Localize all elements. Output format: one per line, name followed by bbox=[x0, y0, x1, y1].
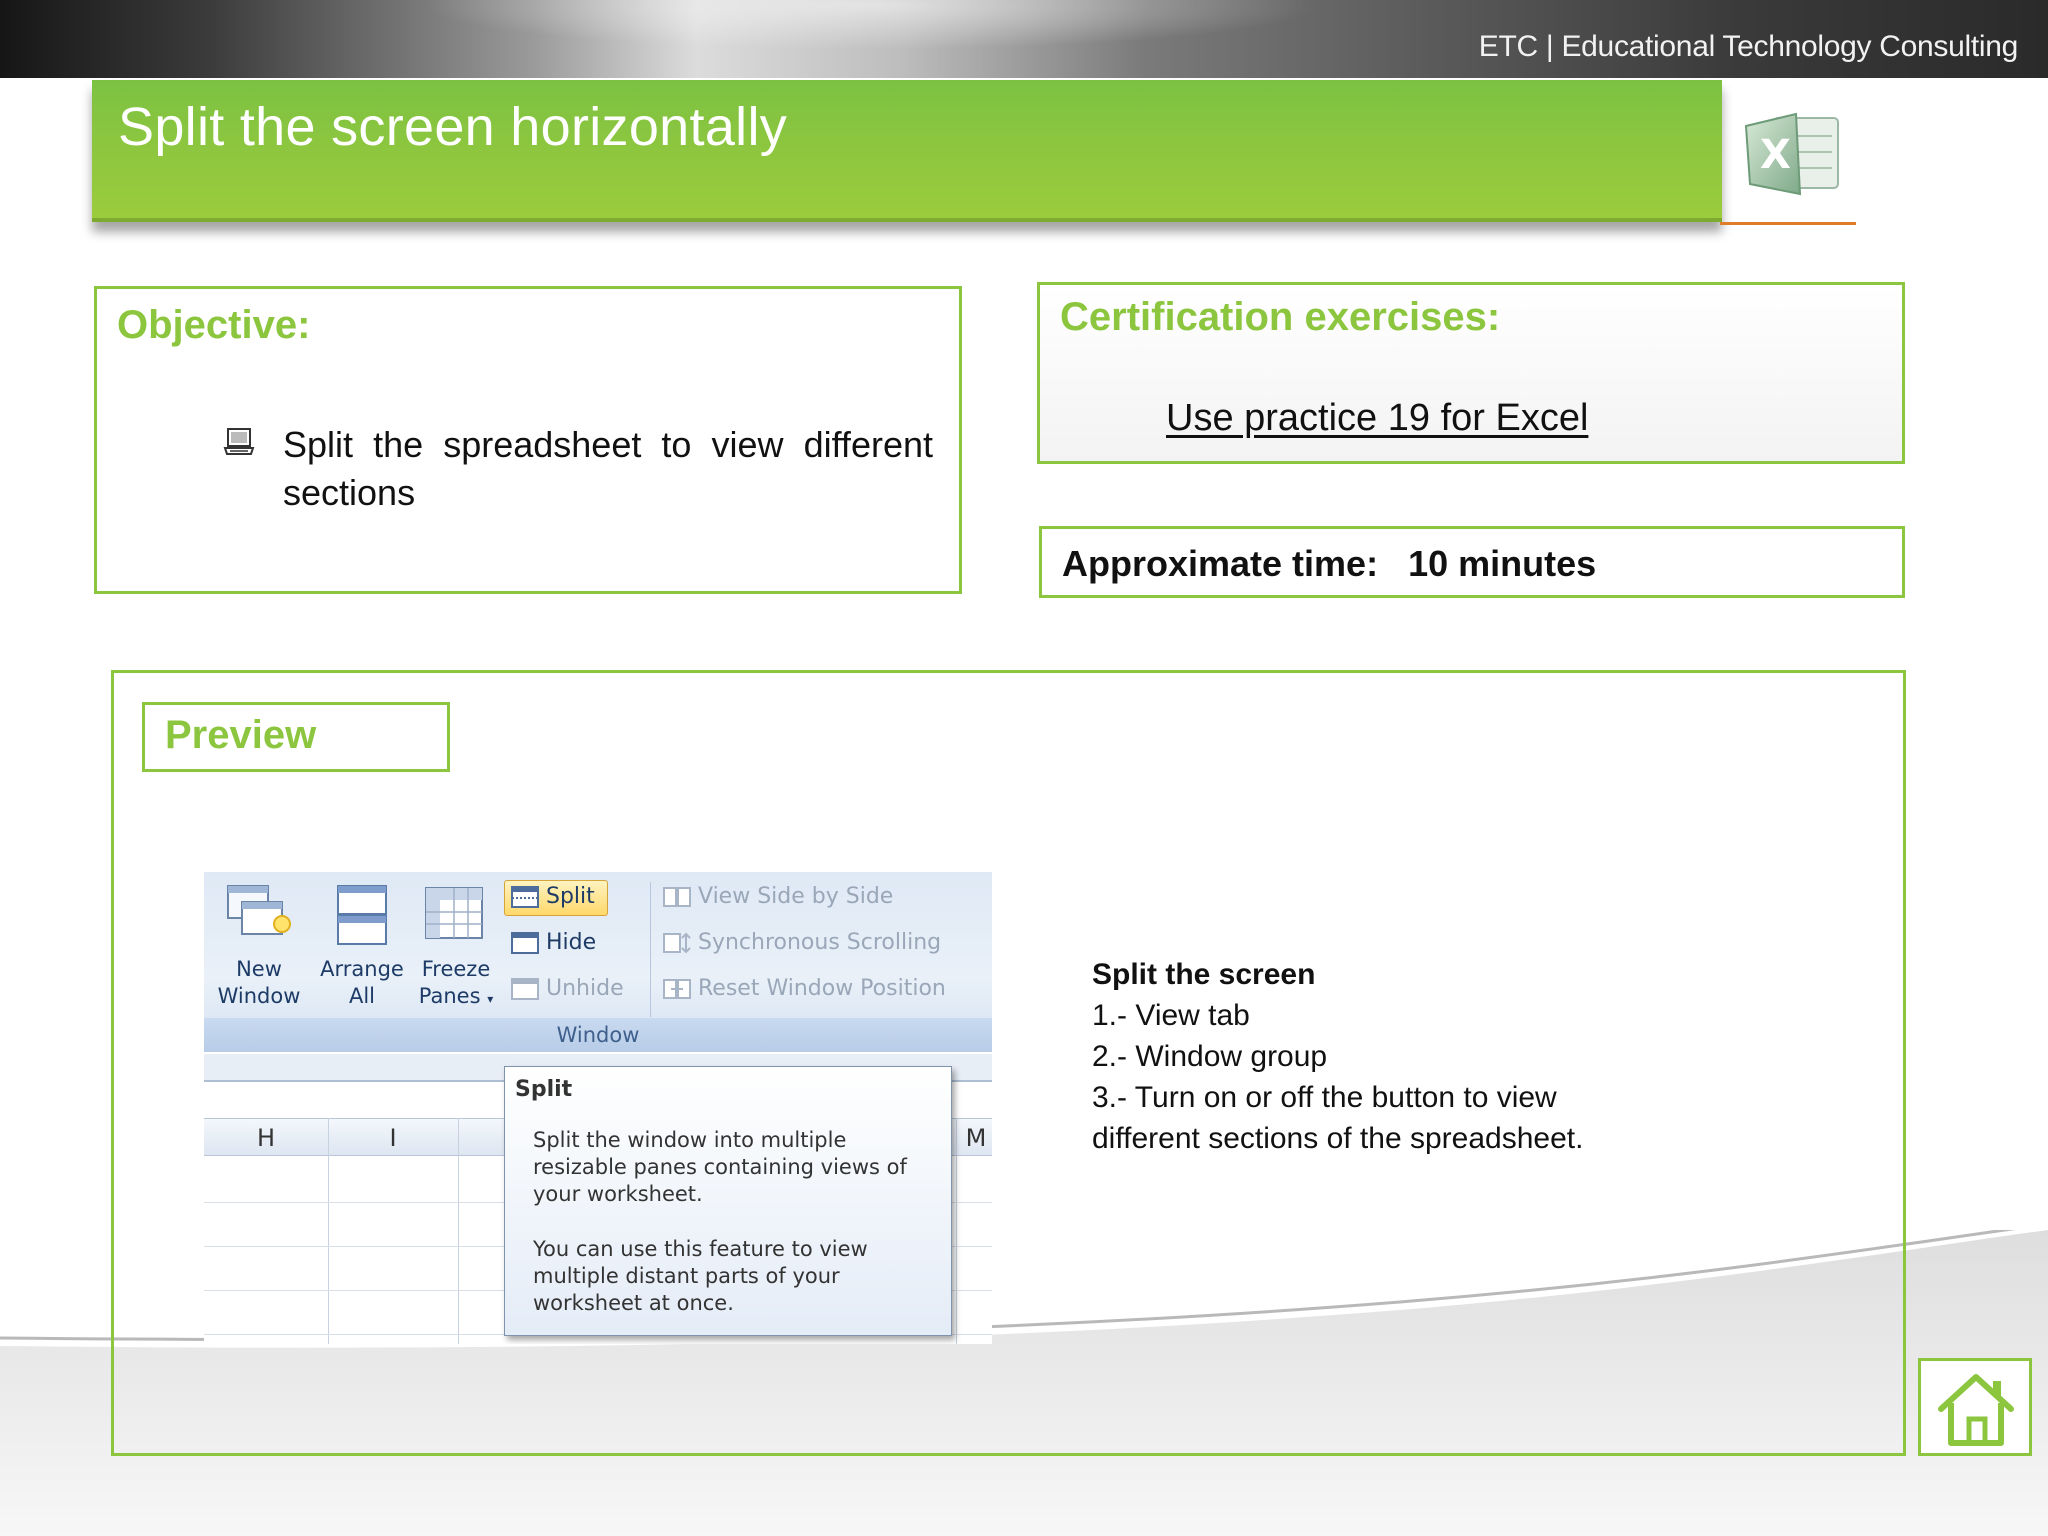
synchronous-scrolling-button[interactable]: Synchronous Scrolling bbox=[662, 930, 941, 955]
split-button[interactable]: Split bbox=[510, 884, 595, 909]
freeze-panes-label-1: Freeze bbox=[421, 957, 491, 981]
preview-label-box: Preview bbox=[142, 702, 450, 772]
home-icon bbox=[1938, 1374, 2014, 1446]
synchronous-scrolling-label: Synchronous Scrolling bbox=[698, 930, 942, 955]
tooltip-title: Split bbox=[515, 1077, 573, 1102]
practice-link[interactable]: Use practice 19 for Excel bbox=[1166, 397, 1588, 440]
computer-icon bbox=[223, 428, 255, 455]
svg-text:X: X bbox=[1760, 132, 1791, 178]
ribbon-separator bbox=[650, 882, 651, 1017]
new-window-button[interactable]: New Window bbox=[210, 956, 308, 1010]
objective-box: Objective: Split the spreadsheet to view… bbox=[94, 286, 962, 594]
slide-title: Split the screen horizontally bbox=[118, 97, 788, 157]
steps-title: Split the screen bbox=[1092, 958, 1316, 991]
split-label: Split bbox=[546, 884, 595, 909]
freeze-panes-icon bbox=[425, 887, 483, 939]
tooltip-text-1: Split the window into multiple resizable… bbox=[533, 1128, 907, 1206]
steps-text: Split the screen 1.- View tab 2.- Window… bbox=[1092, 954, 1652, 1159]
column-header-h[interactable]: H bbox=[204, 1119, 328, 1157]
time-label: Approximate time: bbox=[1062, 543, 1379, 584]
freeze-panes-label-2: Panes bbox=[418, 984, 481, 1008]
new-window-label-2: Window bbox=[217, 984, 301, 1008]
excel-ribbon-screenshot: New Window Arrange All Freeze Panes ▾ Sp… bbox=[204, 872, 992, 1344]
new-window-icon bbox=[227, 885, 291, 935]
step-item: 1.- View tab bbox=[1092, 999, 1250, 1032]
preview-heading: Preview bbox=[165, 713, 317, 757]
column-header-m[interactable]: M bbox=[956, 1119, 992, 1157]
view-side-by-side-label: View Side by Side bbox=[698, 884, 894, 909]
step-item: 2.- Window group bbox=[1092, 1040, 1328, 1073]
freeze-panes-button[interactable]: Freeze Panes ▾ bbox=[406, 956, 506, 1013]
time-value: 10 minutes bbox=[1408, 543, 1597, 584]
grid-line bbox=[956, 1118, 957, 1344]
grid-line bbox=[458, 1118, 459, 1344]
time-text: Approximate time: 10 minutes bbox=[1062, 543, 1596, 585]
reset-position-icon bbox=[663, 979, 691, 999]
home-button[interactable] bbox=[1918, 1358, 2032, 1456]
arrange-all-icon bbox=[337, 885, 387, 945]
chevron-down-icon: ▾ bbox=[487, 992, 494, 1006]
tooltip-text-2: You can use this feature to view multipl… bbox=[533, 1237, 868, 1315]
certification-box: Certification exercises: Use practice 19… bbox=[1037, 282, 1905, 464]
banner-swoosh bbox=[420, 0, 1320, 50]
excel-logo-icon: X bbox=[1744, 112, 1839, 196]
tooltip-body: Split the window into multiple resizable… bbox=[533, 1127, 943, 1344]
grid-line bbox=[328, 1118, 329, 1344]
split-icon bbox=[511, 886, 539, 908]
objective-item: Split the spreadsheet to view different … bbox=[223, 421, 933, 517]
new-window-label-1: New bbox=[236, 957, 282, 981]
brand-text: ETC | Educational Technology Consulting bbox=[1478, 30, 2019, 63]
column-header-i[interactable]: I bbox=[328, 1119, 458, 1157]
sync-scroll-icon bbox=[663, 932, 691, 954]
objective-heading: Objective: bbox=[117, 303, 311, 347]
step-item: 3.- Turn on or off the button to view di… bbox=[1092, 1081, 1584, 1155]
reset-window-position-button[interactable]: Reset Window Position bbox=[662, 976, 946, 1001]
hide-label: Hide bbox=[546, 930, 597, 955]
arrange-all-label-1: Arrange bbox=[320, 957, 404, 981]
hide-icon bbox=[511, 932, 539, 954]
unhide-button[interactable]: Unhide bbox=[510, 976, 624, 1001]
arrange-all-label-2: All bbox=[348, 984, 376, 1008]
hide-button[interactable]: Hide bbox=[510, 930, 596, 955]
arrange-all-button[interactable]: Arrange All bbox=[312, 956, 412, 1010]
side-by-side-icon bbox=[663, 887, 691, 907]
unhide-label: Unhide bbox=[546, 976, 624, 1001]
time-box: Approximate time: 10 minutes bbox=[1039, 526, 1905, 598]
view-side-by-side-button[interactable]: View Side by Side bbox=[662, 884, 893, 909]
title-banner: Split the screen horizontally bbox=[92, 80, 1722, 222]
split-tooltip: Split Split the window into multiple res… bbox=[504, 1066, 952, 1336]
logo-underline bbox=[1720, 222, 1856, 225]
unhide-icon bbox=[511, 978, 539, 1000]
objective-text: Split the spreadsheet to view different … bbox=[283, 424, 933, 513]
top-banner: ETC | Educational Technology Consulting bbox=[0, 0, 2048, 78]
window-group-label: Window bbox=[204, 1018, 992, 1052]
reset-window-position-label: Reset Window Position bbox=[698, 976, 946, 1001]
certification-heading: Certification exercises: bbox=[1060, 295, 1501, 339]
